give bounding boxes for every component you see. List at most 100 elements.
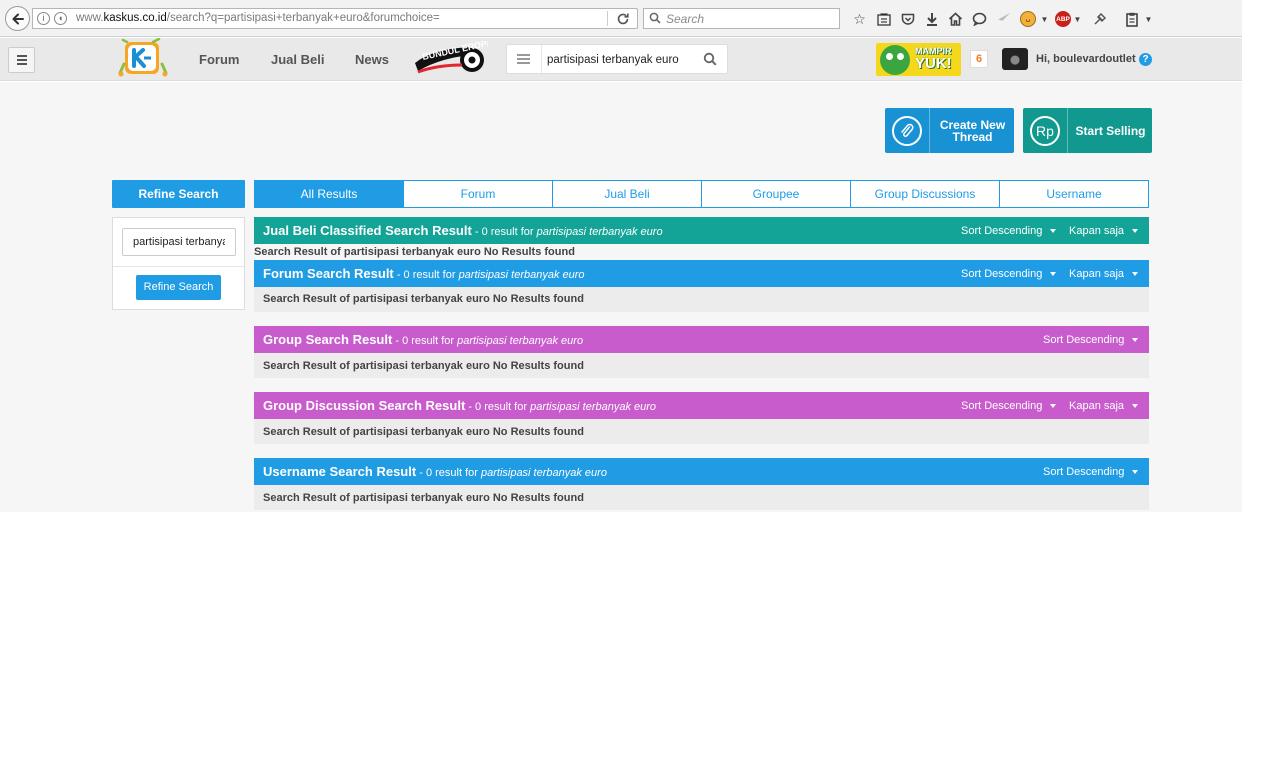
url-text[interactable]: www.kaskus.co.id/search?q=partisipasi+te… [76,12,440,24]
result-query: partisipasi terbanyak euro [530,401,657,413]
hamburger-menu-icon[interactable] [8,47,35,73]
clipboard-icon[interactable] [1120,9,1143,29]
no-results-band: Search Result of partisipasi terbanyak e… [254,419,1149,444]
user-greeting[interactable]: Hi, boulevardoutlet [1036,53,1136,65]
browser-search-placeholder: Search [666,12,705,26]
nav-forum[interactable]: Forum [199,52,239,67]
help-icon[interactable]: ? [1139,53,1152,66]
result-query: partisipasi terbanyak euro [480,467,607,479]
chevron-down-icon[interactable]: ▼ [1040,15,1049,24]
info-icon[interactable]: i [37,12,50,25]
result-query: partisipasi terbanyak euro [458,269,585,281]
result-query: partisipasi terbanyak euro [457,335,584,347]
browser-toolbar-icons: ☆ ᴗ ▼ ABP ▼ ▼ [848,9,1153,29]
refine-search-button[interactable]: Refine Search [136,275,221,300]
result-title: Group Discussion Search Result - 0 resul… [263,398,657,413]
refine-search-heading: Refine Search [112,180,245,208]
url-domain: kaskus.co.id [103,12,167,24]
username-result-header: Username Search Result - 0 result for pa… [254,458,1149,485]
send-icon[interactable] [992,9,1015,29]
caret-down-icon [1132,272,1139,277]
address-bar[interactable]: i ◖ www.kaskus.co.id/search?q=partisipas… [32,8,638,29]
refine-search-panel: Refine Search [112,217,245,310]
nav-news[interactable]: News [355,52,389,67]
create-new-thread-button[interactable]: Create New Thread [885,108,1014,153]
back-arrow-icon[interactable] [5,6,30,31]
yuk-text: YUK! [915,55,952,72]
no-results-message: Search Result of partisipasi terbanyak e… [263,293,584,305]
group-discussion-result-header: Group Discussion Search Result - 0 resul… [254,392,1149,419]
create-new-thread-label: Create New Thread [939,117,1006,144]
sort-dropdown[interactable]: Sort Descending [961,400,1057,412]
shield-icon[interactable]: ◖ [54,12,67,25]
search-icon[interactable] [703,52,717,69]
refine-search-input[interactable] [122,228,236,256]
tab-forum[interactable]: Forum [404,181,553,207]
caret-down-icon [1050,229,1057,234]
caret-down-icon [1050,272,1057,277]
group-result-header: Group Search Result - 0 result for parti… [254,326,1149,353]
time-filter-dropdown[interactable]: Kapan saja [1069,400,1139,412]
avatar[interactable] [1002,48,1028,70]
greasemonkey-icon[interactable]: ᴗ [1020,11,1036,27]
sort-dropdown[interactable]: Sort Descending [1043,334,1139,346]
reading-list-icon[interactable] [872,9,895,29]
no-results-message: Search Result of partisipasi terbanyak e… [263,426,584,438]
caret-down-icon [1132,229,1139,234]
tab-jual-beli[interactable]: Jual Beli [553,181,702,207]
result-title: Group Search Result - 0 result for parti… [263,332,584,347]
start-selling-button[interactable]: Rp Start Selling [1023,108,1152,153]
mampir-yuk-banner[interactable]: MAMPIR YUK! [876,43,961,76]
result-title: Username Search Result - 0 result for pa… [263,464,607,479]
forum-result-header: Forum Search Result - 0 result for parti… [254,260,1149,287]
sort-dropdown[interactable]: Sort Descending [961,268,1057,280]
header-search-input[interactable] [547,51,695,68]
url-divider [607,11,608,26]
no-results-message: Search Result of partisipasi terbanyak e… [254,246,575,258]
chevron-down-icon[interactable]: ▼ [1073,15,1082,24]
refine-divider [113,266,244,267]
rupiah-icon: Rp [1030,115,1060,146]
tab-all-results[interactable]: All Results [255,181,404,207]
search-category-menu-icon[interactable] [517,54,530,64]
caret-down-icon [1132,338,1139,343]
chat-bubble-icon[interactable] [968,9,991,29]
home-icon[interactable] [944,9,967,29]
start-selling-label: Start Selling [1075,123,1146,138]
tab-username[interactable]: Username [1000,181,1148,207]
caret-down-icon [1132,470,1139,475]
no-results-band: Search Result of partisipasi terbanyak e… [254,353,1149,378]
time-filter-dropdown[interactable]: Kapan saja [1069,225,1139,237]
jual-beli-result-header: Jual Beli Classified Search Result - 0 r… [254,217,1149,244]
no-results-band: Search Result of partisipasi terbanyak e… [254,287,1149,312]
tab-group-discussions[interactable]: Group Discussions [851,181,1000,207]
no-results-message: Search Result of partisipasi terbanyak e… [263,492,584,504]
result-query: partisipasi terbanyak euro [536,226,663,238]
result-title: Forum Search Result - 0 result for parti… [263,266,585,281]
bookmark-star-icon[interactable]: ☆ [848,9,871,29]
reload-icon[interactable] [615,11,631,27]
caret-down-icon [1050,404,1057,409]
no-results-band: Search Result of partisipasi terbanyak e… [254,485,1149,510]
sort-dropdown[interactable]: Sort Descending [1043,466,1139,478]
nav-jual-beli[interactable]: Jual Beli [271,52,324,67]
extension-icon[interactable] [1088,9,1111,29]
browser-search-box[interactable]: Search [643,8,840,29]
adblock-plus-icon[interactable]: ABP [1055,11,1071,27]
mascot-icon [880,45,910,75]
site-header: Forum Jual Beli News BUNDUL EROPA MAMPIR… [0,37,1242,81]
browser-toolbar: i ◖ www.kaskus.co.id/search?q=partisipas… [0,0,1242,37]
search-divider [541,45,542,73]
tab-groupee[interactable]: Groupee [702,181,851,207]
pocket-icon[interactable] [896,9,919,29]
kaskus-logo[interactable] [115,37,171,81]
chevron-down-icon[interactable]: ▼ [1144,15,1153,24]
sort-dropdown[interactable]: Sort Descending [961,225,1057,237]
search-icon [649,12,661,27]
bundul-eropa-logo[interactable]: BUNDUL EROPA [412,37,494,77]
download-icon[interactable] [920,9,943,29]
no-results-message: Search Result of partisipasi terbanyak e… [263,360,584,372]
time-filter-dropdown[interactable]: Kapan saja [1069,268,1139,280]
notification-count-badge[interactable]: 6 [970,50,988,68]
header-search-box[interactable] [506,44,728,74]
